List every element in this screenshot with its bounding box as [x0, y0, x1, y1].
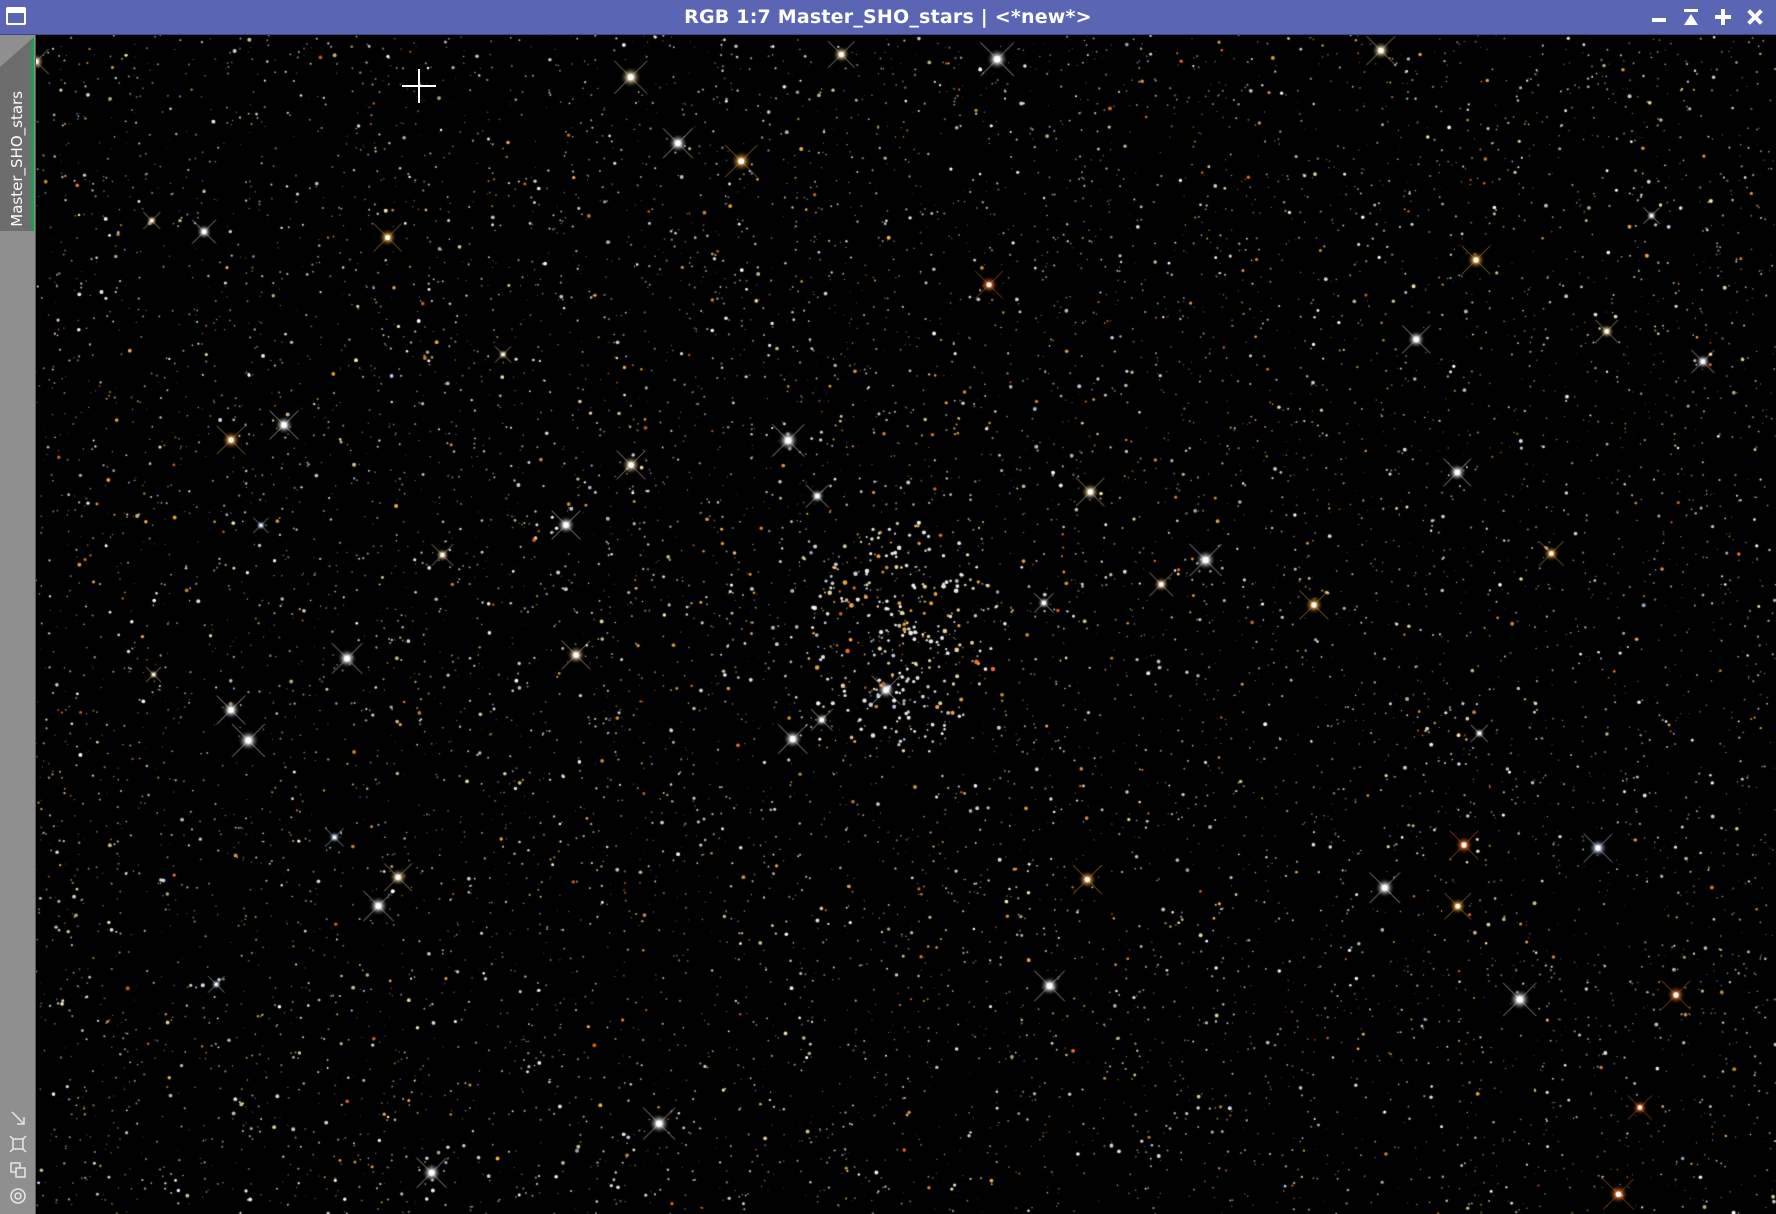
maximize-icon[interactable] — [1712, 6, 1734, 28]
shade-icon[interactable] — [1680, 6, 1702, 28]
close-icon[interactable] — [1744, 6, 1766, 28]
view-tools — [0, 1109, 36, 1205]
target-icon[interactable] — [9, 1187, 27, 1205]
window-titlebar[interactable]: RGB 1:7 Master_SHO_stars | <*new*> — [0, 0, 1776, 35]
star-field-image[interactable] — [36, 35, 1776, 1214]
image-view[interactable] — [36, 35, 1776, 1214]
tab-corner — [0, 37, 34, 67]
view-identifier-tab[interactable]: Master_SHO_stars — [0, 37, 34, 231]
view-sidebar: Master_SHO_stars — [0, 35, 36, 1214]
view-identifier-label: Master_SHO_stars — [8, 91, 26, 227]
fit-view-icon[interactable] — [9, 1109, 27, 1127]
window-controls — [1648, 6, 1766, 30]
clone-view-icon[interactable] — [9, 1161, 27, 1179]
window-title: RGB 1:7 Master_SHO_stars | <*new*> — [684, 6, 1092, 28]
zoom-to-fit-icon[interactable] — [9, 1135, 27, 1153]
minimize-icon[interactable] — [1648, 6, 1670, 28]
